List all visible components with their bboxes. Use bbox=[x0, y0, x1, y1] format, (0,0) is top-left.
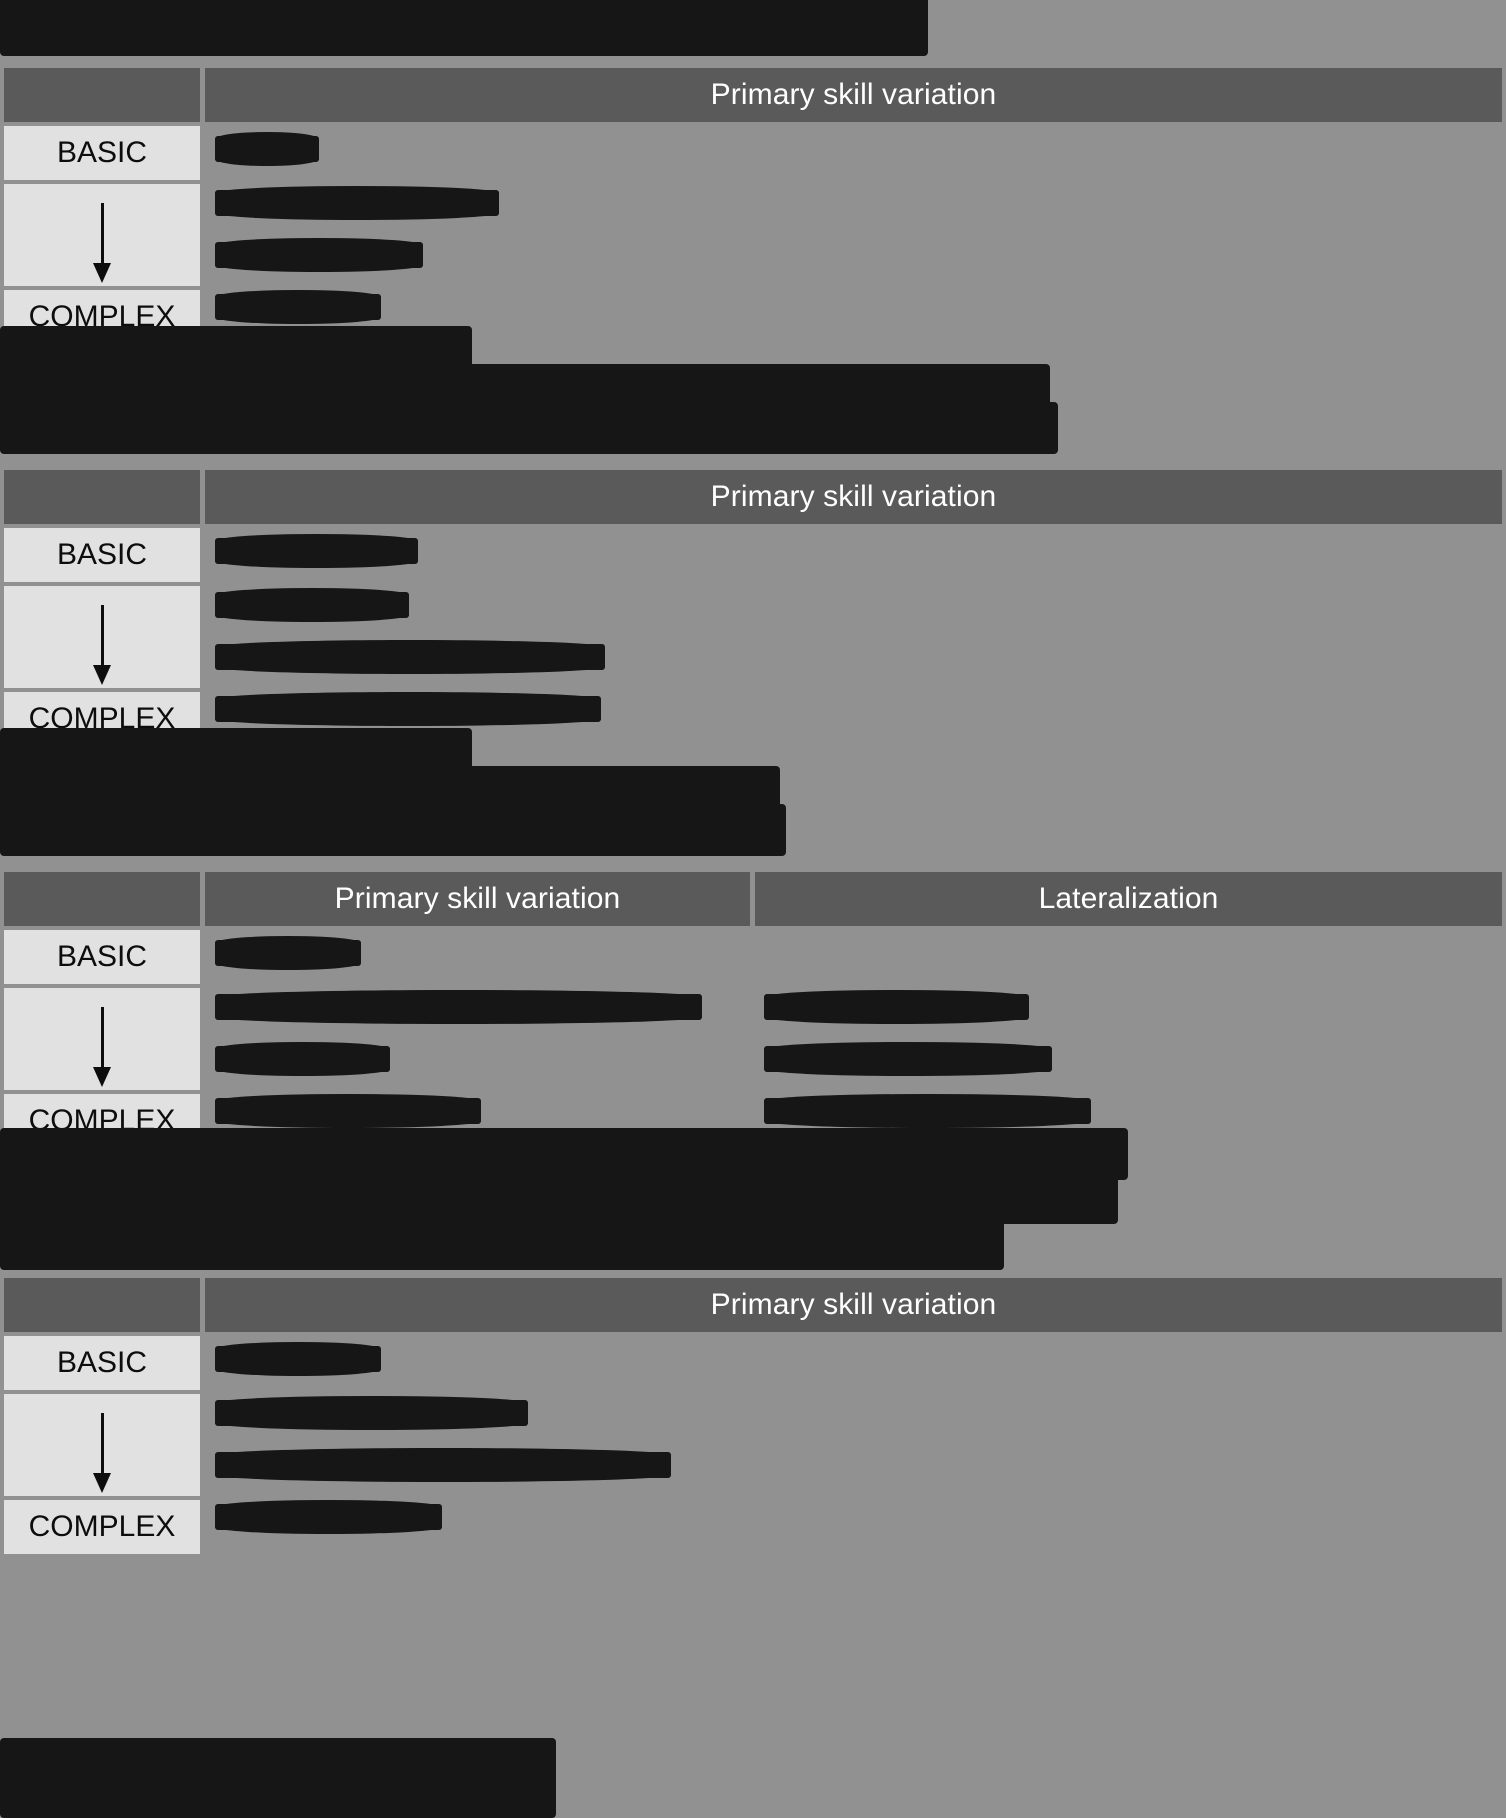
redacted-entry bbox=[215, 1396, 528, 1430]
redacted-entry bbox=[215, 588, 409, 622]
table-3-label-column: BASIC COMPLEX bbox=[4, 930, 200, 1152]
table-4-cells bbox=[209, 1336, 1502, 1548]
table-4-label-basic: BASIC bbox=[4, 1336, 200, 1390]
table-1-label-arrow bbox=[4, 184, 200, 286]
redacted-entry bbox=[215, 534, 418, 568]
paragraph-3 bbox=[0, 1128, 1130, 1272]
redacted-entry bbox=[764, 990, 1029, 1024]
table-4-label-column: BASIC COMPLEX bbox=[4, 1336, 200, 1558]
redacted-entry bbox=[215, 692, 601, 726]
table-4-header-corner bbox=[4, 1278, 200, 1332]
table-4-header-primary-skill-variation: Primary skill variation bbox=[205, 1278, 1502, 1332]
table-4-body: BASIC COMPLEX bbox=[4, 1336, 1502, 1554]
paragraph-2 bbox=[0, 728, 790, 858]
table-2-header-primary-skill-variation: Primary skill variation bbox=[205, 470, 1502, 524]
table-2-cells bbox=[209, 528, 1502, 740]
downward-arrow-icon bbox=[92, 1007, 111, 1087]
table-3-header-primary-skill-variation: Primary skill variation bbox=[205, 872, 750, 926]
redacted-entry bbox=[215, 1094, 481, 1128]
paragraph-bottom bbox=[0, 1738, 560, 1818]
table-2: Primary skill variation BASIC COMPLEX bbox=[4, 470, 1502, 746]
redacted-entry bbox=[215, 186, 499, 220]
redacted-entry bbox=[215, 290, 381, 324]
table-3: Primary skill variation Lateralization B… bbox=[4, 872, 1502, 1148]
redacted-entry bbox=[215, 132, 319, 166]
table-2-label-arrow bbox=[4, 586, 200, 688]
downward-arrow-icon bbox=[92, 203, 111, 283]
redacted-entry bbox=[215, 990, 702, 1024]
table-1-label-basic: BASIC bbox=[4, 126, 200, 180]
table-3-header-lateralization: Lateralization bbox=[755, 872, 1502, 926]
redacted-entry bbox=[215, 936, 361, 970]
table-1-cells bbox=[209, 126, 1502, 338]
table-3-header-corner bbox=[4, 872, 200, 926]
table-1: Primary skill variation BASIC COMPLEX bbox=[4, 68, 1502, 344]
table-2-label-column: BASIC COMPLEX bbox=[4, 528, 200, 750]
downward-arrow-icon bbox=[92, 605, 111, 685]
table-1-body: BASIC COMPLEX bbox=[4, 126, 1502, 344]
redacted-entry bbox=[215, 1500, 442, 1534]
table-3-header-row: Primary skill variation Lateralization bbox=[4, 872, 1502, 926]
redacted-entry bbox=[215, 1042, 390, 1076]
paragraph-1 bbox=[0, 326, 1060, 456]
redacted-entry bbox=[215, 1448, 671, 1482]
table-1-header-corner bbox=[4, 68, 200, 122]
table-1-header-row: Primary skill variation bbox=[4, 68, 1502, 122]
redacted-entry bbox=[215, 1342, 381, 1376]
redacted-entry bbox=[215, 640, 605, 674]
table-4: Primary skill variation BASIC COMPLEX bbox=[4, 1278, 1502, 1554]
table-2-header-corner bbox=[4, 470, 200, 524]
table-2-body: BASIC COMPLEX bbox=[4, 528, 1502, 746]
table-1-header-primary-skill-variation: Primary skill variation bbox=[205, 68, 1502, 122]
downward-arrow-icon bbox=[92, 1413, 111, 1493]
table-3-label-arrow bbox=[4, 988, 200, 1090]
redacted-entry bbox=[764, 1042, 1052, 1076]
table-4-label-complex: COMPLEX bbox=[4, 1500, 200, 1554]
table-3-cells bbox=[209, 930, 1502, 1142]
table-3-body: BASIC COMPLEX bbox=[4, 930, 1502, 1148]
redacted-entry bbox=[764, 1094, 1091, 1128]
table-2-label-basic: BASIC bbox=[4, 528, 200, 582]
redacted-entry bbox=[215, 238, 423, 272]
table-4-header-row: Primary skill variation bbox=[4, 1278, 1502, 1332]
paragraph-top bbox=[0, 0, 930, 56]
table-2-header-row: Primary skill variation bbox=[4, 470, 1502, 524]
table-1-label-column: BASIC COMPLEX bbox=[4, 126, 200, 348]
table-3-label-basic: BASIC bbox=[4, 930, 200, 984]
table-4-label-arrow bbox=[4, 1394, 200, 1496]
